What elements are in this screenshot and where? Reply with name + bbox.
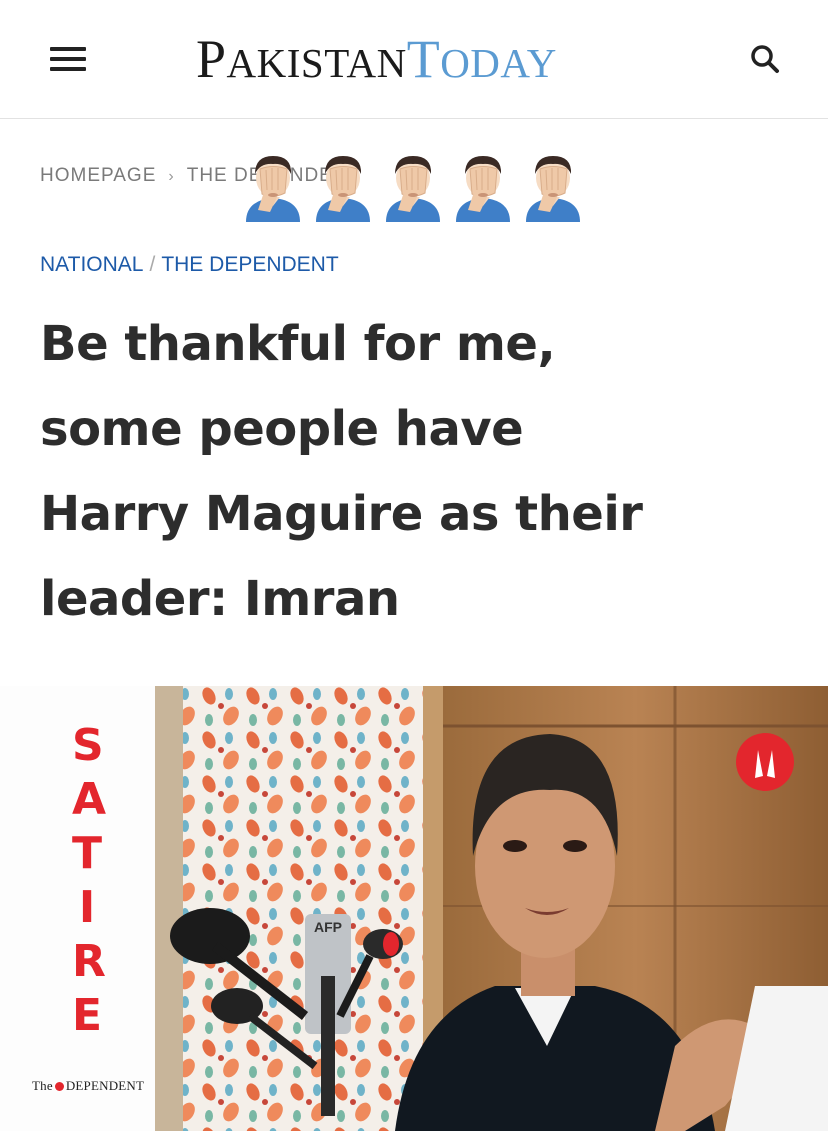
headline-line: leader: Imran: [40, 571, 400, 627]
category-link-the-dependent[interactable]: THE DEPENDENT: [161, 253, 338, 276]
category-divider: /: [149, 253, 156, 276]
facepalm-emoji: [520, 150, 586, 222]
breadcrumb-home-link[interactable]: HOMEPAGE: [40, 165, 156, 186]
satire-letter: E: [72, 990, 103, 1041]
category-link-national[interactable]: NATIONAL: [40, 253, 143, 276]
satire-label-strip: S A T I R E The DEPENDENT: [0, 686, 155, 1131]
praying-hands-icon: [736, 733, 794, 791]
facepalm-emoji-row: [240, 150, 600, 222]
article-categories: NATIONAL / THE DEPENDENT: [40, 247, 339, 283]
article-featured-image[interactable]: S A T I R E The DEPENDENT AFP: [0, 686, 828, 1131]
satire-letter: T: [72, 828, 103, 879]
facepalm-emoji: [240, 150, 306, 222]
facepalm-emoji: [380, 150, 446, 222]
speaker-photo: AFP: [155, 686, 828, 1131]
headline-line: Harry Maguire as their: [40, 486, 643, 542]
article-headline: Be thankful for me, some people have Har…: [40, 302, 800, 642]
site-logo[interactable]: PAKISTANTODAY: [196, 24, 557, 94]
satire-letter: I: [78, 882, 96, 933]
facepalm-emoji: [310, 150, 376, 222]
svg-text:AFP: AFP: [314, 919, 342, 935]
search-icon[interactable]: [746, 40, 786, 80]
the-dependent-brand: The DEPENDENT: [32, 1078, 145, 1093]
breadcrumb-separator: ›: [168, 168, 175, 185]
headline-line: Be thankful for me,: [40, 316, 556, 372]
hamburger-menu-icon[interactable]: [50, 44, 86, 74]
facepalm-emoji: [450, 150, 516, 222]
site-header: PAKISTANTODAY: [0, 0, 828, 119]
satire-letter: S: [72, 720, 104, 771]
satire-letter: A: [72, 774, 107, 825]
satire-letter: R: [72, 936, 106, 987]
headline-line: some people have: [40, 401, 524, 457]
